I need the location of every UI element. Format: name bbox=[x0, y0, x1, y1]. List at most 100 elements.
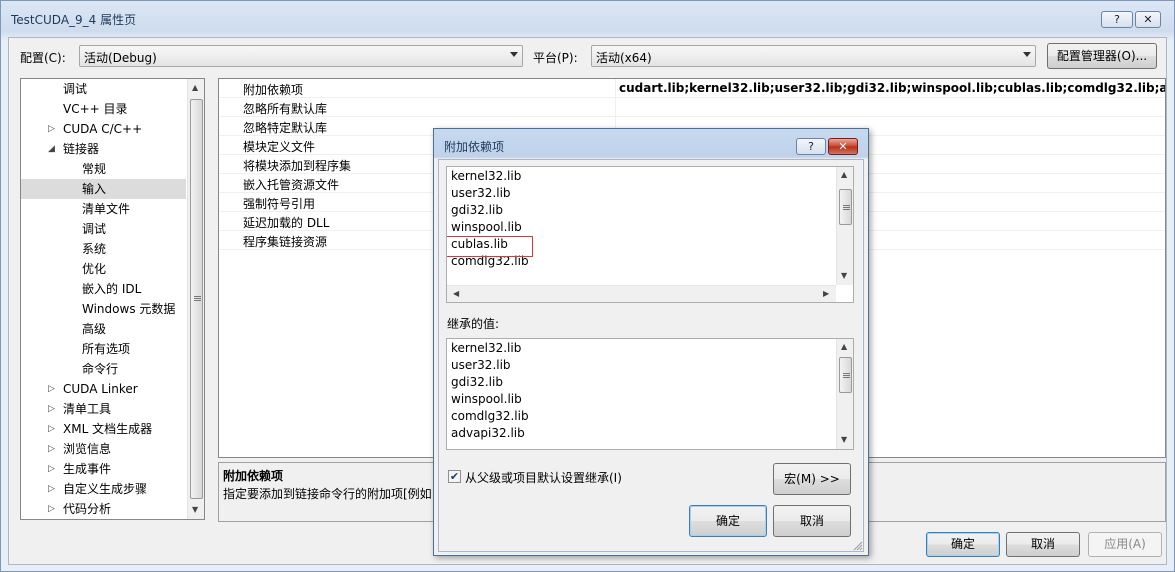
tree-item[interactable]: 调试 bbox=[21, 79, 186, 99]
collapsed-arrow-icon[interactable]: ▷ bbox=[48, 419, 55, 439]
description-title: 附加依赖项 bbox=[223, 469, 284, 483]
inherited-value-line[interactable]: kernel32.lib bbox=[451, 341, 521, 355]
property-row[interactable]: 忽略所有默认库 bbox=[219, 98, 1165, 117]
resize-grip-icon[interactable] bbox=[853, 541, 863, 551]
inherited-value-line[interactable]: user32.lib bbox=[451, 358, 511, 372]
tree-item[interactable]: ▷ 清单工具 bbox=[21, 399, 186, 419]
tree-item-label: 代码分析 bbox=[63, 502, 112, 516]
inherited-values-list[interactable]: kernel32.lib user32.lib gdi32.lib winspool.… bbox=[446, 338, 854, 450]
dependencies-edit-box[interactable]: kernel32.lib user32.lib gdi32.lib winspool.… bbox=[446, 166, 854, 303]
tree-item[interactable]: ▷ CUDA Linker bbox=[21, 379, 186, 399]
tree-item[interactable]: 高级 bbox=[21, 319, 186, 339]
dependency-line[interactable]: gdi32.lib bbox=[451, 203, 503, 217]
inherited-value-line[interactable]: gdi32.lib bbox=[451, 375, 503, 389]
tree-item-label: 输入 bbox=[82, 182, 107, 196]
tree-item[interactable]: 清单文件 bbox=[21, 199, 186, 219]
tree-item[interactable]: ◢ 链接器 bbox=[21, 139, 186, 159]
macro-button[interactable]: 宏(M) >> bbox=[773, 463, 851, 495]
tree-item-label: 自定义生成步骤 bbox=[63, 482, 148, 496]
tree-item[interactable]: Windows 元数据 bbox=[21, 299, 186, 319]
scroll-up-icon[interactable]: ▲ bbox=[841, 170, 847, 179]
property-name: 忽略所有默认库 bbox=[243, 102, 328, 116]
tree-item[interactable]: 优化 bbox=[21, 259, 186, 279]
collapsed-arrow-icon[interactable]: ▷ bbox=[48, 439, 55, 459]
collapsed-arrow-icon[interactable]: ▷ bbox=[48, 479, 55, 499]
tree-item[interactable]: ▷ XML 文档生成器 bbox=[21, 419, 186, 439]
scroll-up-icon[interactable]: ▲ bbox=[841, 342, 847, 351]
dialog-help-button[interactable]: ? bbox=[796, 138, 826, 155]
dialog-close-button[interactable]: ✕ bbox=[828, 138, 858, 155]
tree-item-label: 清单文件 bbox=[82, 202, 131, 216]
platform-dropdown[interactable]: 活动(x64) bbox=[591, 45, 1036, 67]
scroll-down-icon[interactable]: ▼ bbox=[841, 435, 847, 444]
cancel-button[interactable]: 取消 bbox=[1006, 532, 1080, 557]
title-bar: TestCUDA_9_4 属性页 ? ✕ bbox=[1, 1, 1174, 37]
collapsed-arrow-icon[interactable]: ▷ bbox=[48, 119, 55, 139]
config-manager-button[interactable]: 配置管理器(O)... bbox=[1047, 43, 1157, 69]
config-label: 配置(C): bbox=[20, 51, 66, 65]
tree-item[interactable]: 输入 bbox=[21, 179, 186, 199]
settings-tree[interactable]: 调试 VC++ 目录 ▷ CUDA C/C++ ◢ 链接器 常规 输入 清单文件 调试 系统 优化 嵌入… bbox=[20, 78, 205, 520]
tree-item[interactable]: ▷ 浏览信息 bbox=[21, 439, 186, 459]
inherited-vscrollbar[interactable]: ▲ ▼ bbox=[836, 339, 853, 449]
tree-item[interactable]: 系统 bbox=[21, 239, 186, 259]
edit-vscrollbar[interactable]: ▲ ▼ bbox=[836, 167, 853, 285]
property-value[interactable]: cudart.lib;kernel32.lib;user32.lib;gdi32… bbox=[619, 81, 1165, 95]
dialog-cancel-button[interactable]: 取消 bbox=[773, 505, 851, 537]
tree-item-label: 调试 bbox=[82, 222, 107, 236]
tree-scroll-thumb[interactable] bbox=[190, 99, 203, 499]
tree-item[interactable]: 所有选项 bbox=[21, 339, 186, 359]
description-text: 指定要添加到链接命令行的附加项[例如 bbox=[223, 487, 432, 501]
config-dropdown[interactable]: 活动(Debug) bbox=[79, 45, 523, 67]
tree-item[interactable]: ▷ 自定义生成步骤 bbox=[21, 479, 186, 499]
scroll-up-icon[interactable]: ▲ bbox=[192, 83, 198, 92]
tree-item-label: 优化 bbox=[82, 262, 107, 276]
tree-item-label: Windows 元数据 bbox=[82, 302, 176, 316]
tree-item[interactable]: 常规 bbox=[21, 159, 186, 179]
collapsed-arrow-icon[interactable]: ▷ bbox=[48, 399, 55, 419]
ok-button[interactable]: 确定 bbox=[926, 532, 1000, 557]
inherited-value-line[interactable]: comdlg32.lib bbox=[451, 409, 529, 423]
additional-dependencies-dialog: 附加依赖项 ? ✕ kernel32.lib user32.lib gdi32.li… bbox=[433, 128, 869, 556]
tree-item[interactable]: 调试 bbox=[21, 219, 186, 239]
tree-scrollbar[interactable]: ▲ ▼ bbox=[187, 79, 204, 519]
expanded-arrow-icon[interactable]: ◢ bbox=[48, 139, 55, 159]
edit-hscrollbar[interactable]: ◀ ▶ bbox=[447, 285, 836, 302]
inherited-value-line[interactable]: advapi32.lib bbox=[451, 426, 525, 440]
scroll-right-icon[interactable]: ▶ bbox=[823, 289, 829, 298]
apply-button[interactable]: 应用(A) bbox=[1088, 532, 1162, 557]
inherit-checkbox-label[interactable]: 从父级或项目默认设置继承(I) bbox=[465, 469, 622, 486]
dialog-body: kernel32.lib user32.lib gdi32.lib winspool.… bbox=[438, 159, 864, 552]
tree-item[interactable]: ▷ CUDA C/C++ bbox=[21, 119, 186, 139]
inherit-checkbox[interactable]: ✔ bbox=[448, 470, 461, 483]
tree-item[interactable]: 命令行 bbox=[21, 359, 186, 379]
tree-item[interactable]: ▷ 生成事件 bbox=[21, 459, 186, 479]
dialog-ok-button[interactable]: 确定 bbox=[689, 505, 767, 537]
dependency-line[interactable]: kernel32.lib bbox=[451, 169, 521, 183]
chevron-down-icon bbox=[510, 52, 518, 57]
tree-item[interactable]: VC++ 目录 bbox=[21, 99, 186, 119]
tree-item-label: VC++ 目录 bbox=[63, 102, 128, 116]
collapsed-arrow-icon[interactable]: ▷ bbox=[48, 499, 55, 519]
dependency-line[interactable]: winspool.lib bbox=[451, 220, 522, 234]
close-button[interactable]: ✕ bbox=[1135, 11, 1161, 28]
edit-scroll-thumb[interactable] bbox=[839, 189, 852, 225]
help-button[interactable]: ? bbox=[1101, 11, 1133, 28]
tree-item[interactable]: ▷ 代码分析 bbox=[21, 499, 186, 519]
tree-item-label: 清单工具 bbox=[63, 402, 112, 416]
scroll-down-icon[interactable]: ▼ bbox=[192, 505, 198, 514]
scroll-left-icon[interactable]: ◀ bbox=[453, 289, 459, 298]
property-row[interactable]: 附加依赖项 cudart.lib;kernel32.lib;user32.lib;… bbox=[219, 79, 1165, 98]
collapsed-arrow-icon[interactable]: ▷ bbox=[48, 379, 55, 399]
collapsed-arrow-icon[interactable]: ▷ bbox=[48, 459, 55, 479]
window-title: TestCUDA_9_4 属性页 bbox=[11, 13, 137, 27]
scroll-down-icon[interactable]: ▼ bbox=[841, 271, 847, 280]
property-name: 附加依赖项 bbox=[243, 83, 304, 97]
inherited-scroll-thumb[interactable] bbox=[839, 357, 852, 393]
dependency-line[interactable]: user32.lib bbox=[451, 186, 511, 200]
tree-item[interactable]: 嵌入的 IDL bbox=[21, 279, 186, 299]
dialog-title: 附加依赖项 bbox=[444, 140, 505, 154]
inherited-value-line[interactable]: winspool.lib bbox=[451, 392, 522, 406]
property-name: 程序集链接资源 bbox=[243, 235, 328, 249]
tree-item-label: 调试 bbox=[63, 82, 88, 96]
